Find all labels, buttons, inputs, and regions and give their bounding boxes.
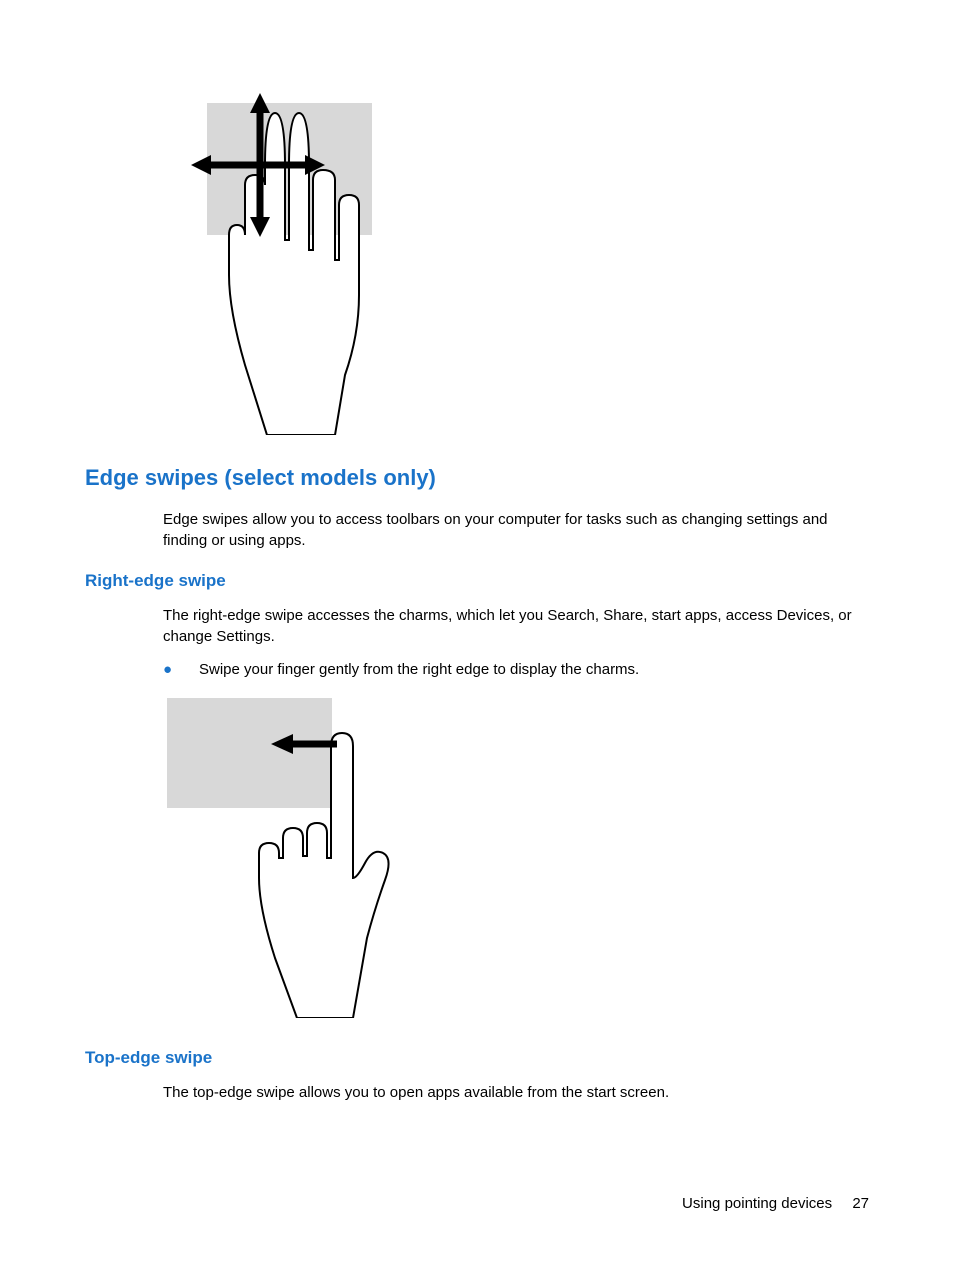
heading-top-edge-swipe: Top-edge swipe <box>85 1048 869 1068</box>
two-finger-scroll-illustration <box>167 85 869 435</box>
bullet-icon: ● <box>163 659 199 680</box>
list-item: ● Swipe your finger gently from the righ… <box>163 659 869 680</box>
heading-right-edge-swipe: Right-edge swipe <box>85 571 869 591</box>
text-right-edge-bullet: Swipe your finger gently from the right … <box>199 659 639 680</box>
text-right-edge-desc: The right-edge swipe accesses the charms… <box>163 605 869 647</box>
text-edge-swipes-intro: Edge swipes allow you to access toolbars… <box>163 509 869 551</box>
footer-page-number: 27 <box>852 1195 869 1212</box>
text-top-edge-desc: The top-edge swipe allows you to open ap… <box>163 1082 869 1103</box>
right-edge-swipe-illustration <box>167 698 869 1018</box>
heading-edge-swipes: Edge swipes (select models only) <box>85 465 869 491</box>
footer-section-title: Using pointing devices <box>682 1195 832 1212</box>
page-footer: Using pointing devices 27 <box>682 1195 869 1212</box>
